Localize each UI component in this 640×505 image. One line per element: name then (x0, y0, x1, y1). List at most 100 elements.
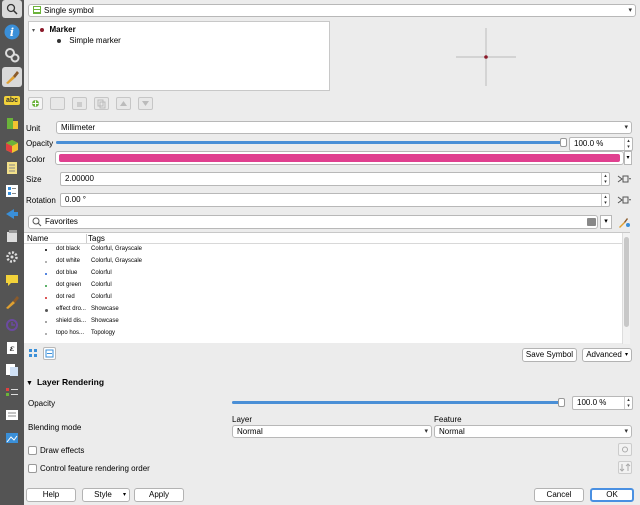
source-icon[interactable] (2, 45, 22, 65)
legend-icon[interactable] (2, 405, 22, 425)
add-symbol-layer-button[interactable] (28, 97, 43, 110)
color-button[interactable] (55, 151, 624, 165)
variables-icon[interactable]: ε (2, 338, 22, 358)
layer-blend-label: Layer (232, 415, 253, 424)
order-by-button[interactable] (618, 461, 632, 474)
table-row[interactable]: dot green Colorful (24, 282, 622, 293)
control-order-checkbox[interactable] (28, 464, 37, 473)
layer-blend-combo[interactable]: Normal ▾ (232, 425, 432, 438)
table-scrollbar[interactable] (622, 233, 630, 344)
symbol-preview-icon (45, 333, 47, 335)
symbology-icon[interactable] (2, 67, 22, 87)
size-label: Size (26, 175, 42, 184)
apply-button[interactable]: Apply (134, 488, 184, 502)
control-order-label: Control feature rendering order (40, 464, 150, 473)
move-up-button[interactable] (116, 97, 131, 110)
feature-blend-value: Normal (439, 427, 465, 436)
tree-item-marker[interactable]: ▾ Marker (32, 25, 329, 35)
attributes-form-icon[interactable] (2, 181, 22, 201)
table-row[interactable]: effect dro... Showcase (24, 306, 622, 317)
table-row[interactable]: dot blue Colorful (24, 270, 622, 281)
symbol-name: topo hos... (56, 330, 85, 336)
draw-effects-checkbox[interactable] (28, 446, 37, 455)
opacity-spinbox[interactable]: 100.0 % ▴ ▾ (569, 137, 633, 151)
renderer-combo[interactable]: Single symbol ▾ (28, 4, 636, 17)
ok-button[interactable]: OK (590, 488, 634, 502)
renderer-value: Single symbol (44, 6, 94, 15)
symbol-preview (454, 26, 518, 88)
blending-mode-label: Blending mode (28, 423, 82, 432)
column-tags-header[interactable]: Tags (88, 234, 105, 243)
unit-combo[interactable]: Millimeter ▾ (56, 121, 632, 134)
duplicate-layer-button[interactable] (94, 97, 109, 110)
layer-blend-value: Normal (237, 427, 263, 436)
color-label: Color (26, 155, 46, 164)
cancel-button[interactable]: Cancel (534, 488, 584, 502)
opacity-slider-handle[interactable] (560, 138, 567, 147)
layer-opacity-spinbox[interactable]: 100.0 % ▴ ▾ (572, 396, 633, 410)
spin-arrows-icon: ▴ ▾ (624, 397, 632, 409)
clear-search-icon[interactable] (587, 218, 596, 226)
remove-symbol-layer-button[interactable] (50, 97, 65, 110)
advanced-button[interactable]: Advanced ▾ (582, 348, 632, 362)
tree-item-simple-marker[interactable]: Simple marker (57, 36, 121, 46)
3d-view-icon[interactable] (2, 113, 22, 133)
fields-icon[interactable] (2, 158, 22, 178)
size-data-defined-button[interactable] (614, 172, 632, 186)
library-dropdown-button[interactable]: ▾ (600, 215, 612, 229)
joins-icon[interactable] (2, 204, 22, 224)
icon-view-button[interactable] (28, 348, 39, 359)
info-icon[interactable]: i (2, 22, 22, 42)
qgis-server-icon[interactable] (2, 428, 22, 448)
temporal-icon[interactable] (2, 315, 22, 335)
search-icon (32, 217, 42, 229)
rotation-spinbox[interactable]: 0.00 ° ▴ ▾ (60, 193, 610, 207)
chevron-down-icon: ▾ (624, 352, 628, 358)
layer-rendering-header[interactable]: ▼ Layer Rendering (26, 377, 104, 387)
list-view-button[interactable] (43, 347, 56, 360)
rotation-label: Rotation (26, 196, 56, 205)
symbology-panel: Single symbol ▾ ▾ Marker Simple marker U… (24, 0, 640, 505)
labels-icon[interactable]: abc (2, 90, 22, 110)
library-style-manager-icon[interactable] (617, 215, 631, 229)
library-search-combo[interactable]: Favorites (28, 215, 598, 229)
save-symbol-button[interactable]: Save Symbol (522, 348, 577, 362)
layer-opacity-slider-handle[interactable] (558, 398, 565, 407)
table-row[interactable]: shield dis... Showcase (24, 318, 622, 329)
dependencies-icon[interactable] (2, 383, 22, 403)
symbol-preview-icon (45, 309, 48, 312)
table-row[interactable]: topo hos... Topology (24, 330, 622, 341)
diagrams-icon[interactable] (2, 136, 22, 156)
symbol-preview-icon (45, 321, 47, 323)
metadata-icon[interactable] (2, 360, 22, 380)
opacity-label: Opacity (26, 139, 54, 148)
symbol-name: dot white (56, 258, 81, 264)
auxiliary-storage-icon[interactable] (2, 226, 22, 246)
search-icon[interactable] (2, 0, 22, 18)
color-menu-button[interactable]: ▾ (624, 151, 632, 165)
move-down-button[interactable] (138, 97, 153, 110)
rotation-data-defined-button[interactable] (614, 193, 632, 207)
feature-blend-combo[interactable]: Normal ▾ (434, 425, 632, 438)
chevron-down-icon: ▾ (624, 428, 628, 435)
table-row[interactable]: dot black Colorful, Grayscale (24, 246, 622, 257)
opacity-value: 100.0 % (574, 139, 604, 148)
actions-icon[interactable] (2, 247, 22, 267)
symbol-tags: Colorful (91, 282, 112, 288)
display-icon[interactable] (2, 270, 22, 290)
rotation-value: 0.00 ° (65, 195, 86, 204)
column-name-header[interactable]: Name (27, 234, 48, 243)
table-row[interactable]: dot white Colorful, Grayscale (24, 258, 622, 269)
lock-layer-button[interactable] (72, 97, 87, 110)
scrollbar-thumb[interactable] (624, 237, 629, 327)
table-row[interactable]: dot red Colorful (24, 294, 622, 305)
symbol-name: effect dro... (56, 306, 86, 312)
symbol-preview-icon (45, 297, 47, 299)
effects-settings-button[interactable] (618, 443, 632, 456)
symbol-name: shield dis... (56, 318, 87, 324)
help-button[interactable]: Help (26, 488, 76, 502)
size-spinbox[interactable]: 2.00000 ▴ ▾ (60, 172, 610, 186)
properties-sidebar: i abc ε (0, 0, 24, 505)
style-button[interactable]: Style ▾ (82, 488, 130, 502)
rendering-icon[interactable] (2, 292, 22, 312)
